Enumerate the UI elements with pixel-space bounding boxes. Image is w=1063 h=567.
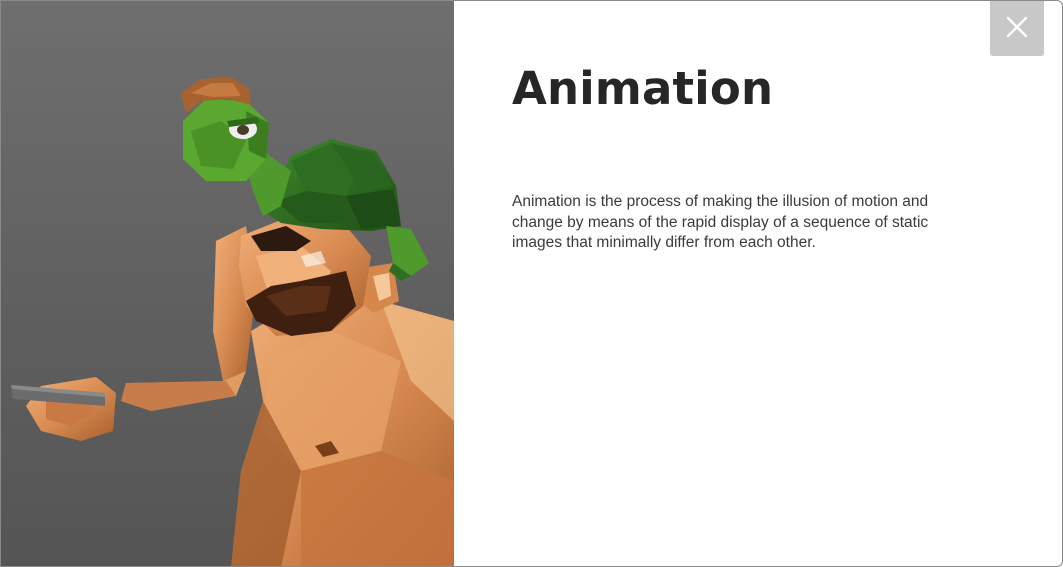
low-poly-character-illustration: [11, 77, 454, 566]
close-icon: [1006, 16, 1028, 41]
modal-description: Animation is the process of making the i…: [512, 193, 929, 251]
modal-content: Animation Animation is the process of ma…: [512, 59, 972, 254]
animation-image: [1, 1, 454, 566]
modal-dialog: Animation Animation is the process of ma…: [0, 0, 1063, 567]
modal-title: Animation: [512, 62, 774, 115]
close-button[interactable]: [990, 1, 1044, 56]
